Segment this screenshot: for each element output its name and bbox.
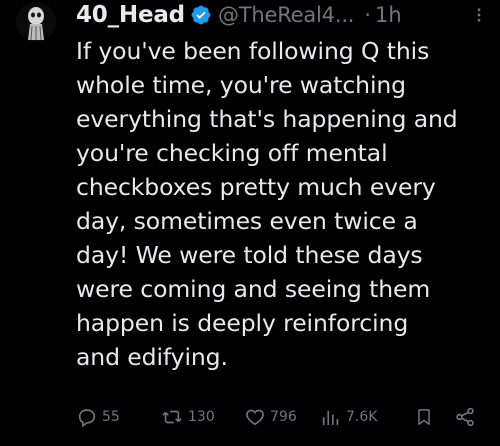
more-options-icon[interactable] (470, 6, 488, 24)
reply-count: 55 (102, 409, 120, 425)
display-name[interactable]: 40_Head (76, 2, 185, 28)
reply-button[interactable]: 55 (76, 406, 120, 428)
bookmark-button[interactable] (414, 406, 434, 428)
retweet-button[interactable]: 130 (160, 406, 215, 428)
avatar[interactable] (16, 2, 56, 42)
retweet-count: 130 (188, 409, 215, 425)
tweet-text: If you've been following Q this whole ti… (76, 37, 458, 371)
action-bar: 55 130 796 7.6K (76, 402, 488, 432)
verified-badge-icon (190, 4, 212, 26)
bookmark-icon (414, 406, 434, 428)
views-button[interactable]: 7.6K (320, 406, 377, 428)
heart-icon (244, 406, 266, 428)
separator-dot: · (364, 3, 371, 27)
like-button[interactable]: 796 (244, 406, 297, 428)
handle[interactable]: @TheReal4... (218, 3, 355, 27)
share-icon (454, 406, 476, 428)
tweet[interactable]: 40_Head @TheReal4... · 1h If you've been… (0, 0, 500, 446)
timestamp[interactable]: 1h (375, 3, 402, 27)
views-count: 7.6K (346, 409, 378, 425)
retweet-icon (160, 406, 184, 428)
reply-icon (76, 406, 98, 428)
views-icon (320, 406, 342, 428)
tweet-header: 40_Head @TheReal4... · 1h (76, 0, 488, 30)
share-button[interactable] (454, 406, 476, 428)
like-count: 796 (270, 409, 297, 425)
